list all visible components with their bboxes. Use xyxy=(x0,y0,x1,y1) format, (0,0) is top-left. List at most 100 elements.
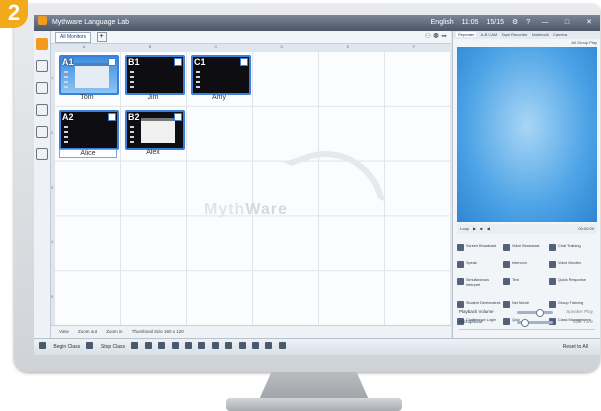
tab-notebook[interactable]: Notebook xyxy=(532,32,549,37)
people-icon[interactable] xyxy=(278,342,286,349)
desktop-icons xyxy=(130,126,134,144)
volume-option[interactable]: Speaker Play xyxy=(566,307,593,317)
app-logo-icon xyxy=(38,16,47,25)
begin-class-icon[interactable] xyxy=(39,342,46,349)
student-name[interactable]: Jim xyxy=(125,94,181,101)
student-thumbnail[interactable]: B1 xyxy=(125,55,185,95)
group-icon[interactable] xyxy=(238,342,246,349)
feature-button[interactable]: Voice Monitor xyxy=(549,261,595,277)
add-tab-button[interactable]: + xyxy=(96,32,107,42)
student-thumbnail[interactable]: A1 xyxy=(59,55,119,95)
lock-icon[interactable] xyxy=(198,342,206,349)
feature-button[interactable]: Voice Broadcast xyxy=(503,244,549,260)
maximize-button[interactable]: □ xyxy=(560,15,574,31)
student-name[interactable]: Tom xyxy=(59,94,115,101)
status-bar: View Zoom out Zoom in Thumbnail Size 160… xyxy=(51,325,451,338)
volume-row: Playback Volume Speaker Play xyxy=(459,307,595,317)
column-header: E xyxy=(346,44,350,49)
stop-icon[interactable]: ■ xyxy=(480,226,482,231)
column-header: B xyxy=(148,44,152,49)
chat-icon[interactable] xyxy=(225,342,233,349)
group-view-icon[interactable] xyxy=(36,82,48,94)
student-thumbnail[interactable]: B2 xyxy=(125,110,185,150)
student-name[interactable]: Alex xyxy=(125,149,181,156)
volume-knob[interactable] xyxy=(535,309,544,317)
select-checkbox[interactable] xyxy=(240,58,248,66)
power-icon[interactable] xyxy=(144,342,152,349)
reset-to-all-button[interactable]: Reset to All xyxy=(563,339,588,355)
desktop-window xyxy=(75,63,109,88)
zoom-in-button[interactable]: Zoom in xyxy=(106,329,122,334)
select-checkbox[interactable] xyxy=(174,113,182,121)
toolbar-right-icons: ⚇ ⚉ ➡ xyxy=(425,31,447,43)
view-button[interactable]: View xyxy=(59,329,69,334)
select-checkbox[interactable] xyxy=(108,113,116,121)
monitor-icon[interactable] xyxy=(171,342,179,349)
student-name[interactable]: Amy xyxy=(191,94,247,101)
play-icon[interactable]: ▶ xyxy=(473,226,476,231)
volume-icon[interactable]: ◀ xyxy=(487,226,490,231)
refresh-icon[interactable] xyxy=(131,342,139,349)
file-icon[interactable] xyxy=(265,342,273,349)
broadcast-icon[interactable] xyxy=(211,342,219,349)
tab-ab-cam[interactable]: A-B CAM xyxy=(481,32,498,37)
monitor-view-icon[interactable] xyxy=(36,38,48,50)
select-checkbox[interactable] xyxy=(108,58,116,66)
monitor-toolbar: All Monitors + ⚇ ⚉ ➡ xyxy=(51,31,451,44)
volume-option[interactable]: Side Time xyxy=(573,317,593,327)
arrow-icon[interactable]: ➡ xyxy=(441,33,447,40)
feature-button[interactable]: Chat Training xyxy=(549,244,595,260)
language-selector[interactable]: English xyxy=(431,19,454,26)
help-icon[interactable]: ? xyxy=(526,19,530,26)
stop-class-icon[interactable] xyxy=(86,342,94,349)
feature-button[interactable]: Quick Response xyxy=(549,278,595,294)
edit-icon[interactable] xyxy=(36,104,48,116)
student-thumbnail[interactable]: A2 xyxy=(59,110,119,150)
close-button[interactable]: ✕ xyxy=(582,15,596,31)
feature-button[interactable]: Simultaneous Interpret xyxy=(457,278,503,294)
volume-knob[interactable] xyxy=(521,319,530,327)
screen-icon[interactable] xyxy=(185,342,192,349)
row-header: 3 xyxy=(51,184,54,190)
row-header: 1 xyxy=(51,75,54,80)
all-group-play-label[interactable]: All Group Play xyxy=(571,40,597,45)
app-title: Mythware Language Lab xyxy=(51,19,130,26)
feature-button[interactable]: Text xyxy=(503,278,549,294)
student-thumbnail[interactable]: C1 xyxy=(191,55,251,95)
message-icon[interactable] xyxy=(251,342,259,349)
users-icon[interactable]: ⚉ xyxy=(433,33,439,40)
begin-class-button[interactable]: Begin Class xyxy=(53,344,80,350)
watermark-wing-icon xyxy=(284,134,386,230)
column-header: C xyxy=(214,44,218,49)
stop-class-button[interactable]: Stop Class xyxy=(101,344,125,350)
feature-label: Speak xyxy=(466,261,477,265)
feature-icon xyxy=(503,261,510,268)
title-bar: Mythware Language Lab English 11:05 15/1… xyxy=(34,15,600,31)
desktop-icons xyxy=(64,126,68,144)
tab-camera[interactable]: Camera xyxy=(553,32,567,37)
document-icon[interactable] xyxy=(36,148,48,160)
column-header: D xyxy=(280,44,284,49)
thumbnail-size-label: Thumbnail Size 160 x 120 xyxy=(131,329,184,334)
feature-button[interactable]: Intercom xyxy=(503,261,549,277)
zoom-out-button[interactable]: Zoom out xyxy=(78,329,97,334)
settings-icon[interactable]: ⚙ xyxy=(512,19,518,26)
feature-label: Simultaneous Interpret xyxy=(466,278,490,287)
group-icon[interactable]: ⚇ xyxy=(425,33,431,40)
list-view-icon[interactable] xyxy=(36,60,48,72)
feature-button[interactable]: Screen Broadcast xyxy=(457,244,503,260)
report-icon[interactable] xyxy=(36,126,48,138)
loop-button[interactable]: Loop xyxy=(460,226,469,231)
seat-label: A1 xyxy=(62,57,74,67)
minimize-button[interactable]: — xyxy=(538,15,552,31)
select-checkbox[interactable] xyxy=(174,58,182,66)
tab-tape-recorder[interactable]: Tape Recorder xyxy=(501,32,527,37)
step-badge: 2 xyxy=(0,0,28,28)
tab-all-monitors[interactable]: All Monitors xyxy=(55,32,92,43)
user-icon[interactable] xyxy=(158,342,166,349)
feature-button[interactable]: Speak xyxy=(457,261,503,277)
feature-icon xyxy=(457,261,464,268)
student-name[interactable]: Alice xyxy=(59,149,117,158)
tab-repeater[interactable]: Repeater xyxy=(456,32,477,37)
panel-divider xyxy=(459,329,595,330)
